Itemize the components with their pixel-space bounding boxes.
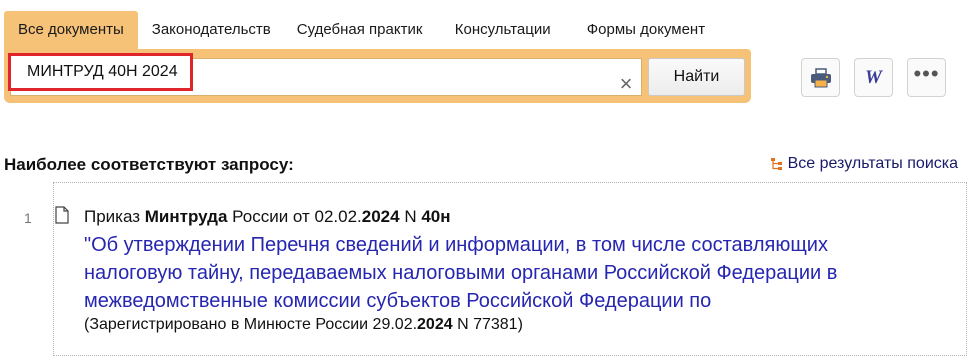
tree-icon [770,158,782,170]
result-authority: Минтруда [144,207,228,226]
more-icon: ••• [913,60,940,86]
result-number-prefix: N [399,207,422,226]
printer-icon [810,67,831,87]
registration-prefix: (Зарегистрировано в Минюсте России 29.02… [84,316,418,333]
registration-year: 2024 [417,316,453,333]
tab-all-documents[interactable]: Все документы [4,11,138,49]
search-tabs: Все документы Законодательств Судебная п… [4,11,713,49]
result-number: 1 [24,210,32,226]
all-results-link[interactable]: Все результаты поиска [770,155,958,173]
word-export-icon: W [865,66,882,88]
search-input[interactable] [8,53,193,91]
registration-number: N 77381) [452,316,523,333]
print-button[interactable] [801,58,840,97]
result-title-line: налоговую тайну, передаваемых налоговыми… [84,262,838,284]
clear-icon[interactable]: × [617,73,635,95]
result-title-line: межведомственные комиссии субъектов Росс… [84,290,712,312]
result-title-link[interactable]: "Об утверждении Перечня сведений и инфор… [84,231,944,315]
tab-court-practice[interactable]: Судебная практик [283,11,441,49]
result-heading: Приказ Минтруда России от 02.02.2024 N 4… [84,207,451,227]
word-export-button[interactable]: W [854,58,893,97]
result-date-prefix: России от 02.02. [227,207,362,226]
result-registration: (Зарегистрировано в Минюсте России 29.02… [84,316,523,334]
document-icon [55,206,69,224]
tab-legislation[interactable]: Законодательств [138,11,283,49]
tab-document-forms[interactable]: Формы документ [573,11,713,49]
more-button[interactable]: ••• [907,58,946,97]
tab-consultations[interactable]: Консультации [441,11,573,49]
all-results-label: Все результаты поиска [787,155,958,172]
results-divider [53,355,967,356]
result-doc-number: 40н [421,207,451,226]
result-doc-type: Приказ [84,207,145,226]
result-year: 2024 [361,207,400,226]
search-panel: × Найти [4,49,751,103]
find-button[interactable]: Найти [648,58,745,96]
results-heading: Наиболее соответствуют запросу: [4,155,294,174]
result-title-line: "Об утверждении Перечня сведений и инфор… [84,234,828,256]
